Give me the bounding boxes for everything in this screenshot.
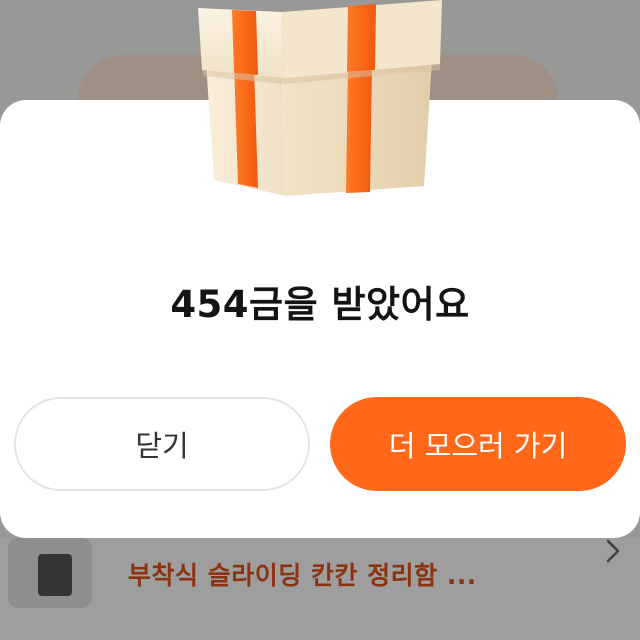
gift-box-icon [198,0,442,196]
collect-more-button[interactable]: 더 모으러 가기 [330,397,626,491]
close-button[interactable]: 닫기 [14,397,310,491]
modal-title: 454금을 받았어요 [170,283,470,326]
